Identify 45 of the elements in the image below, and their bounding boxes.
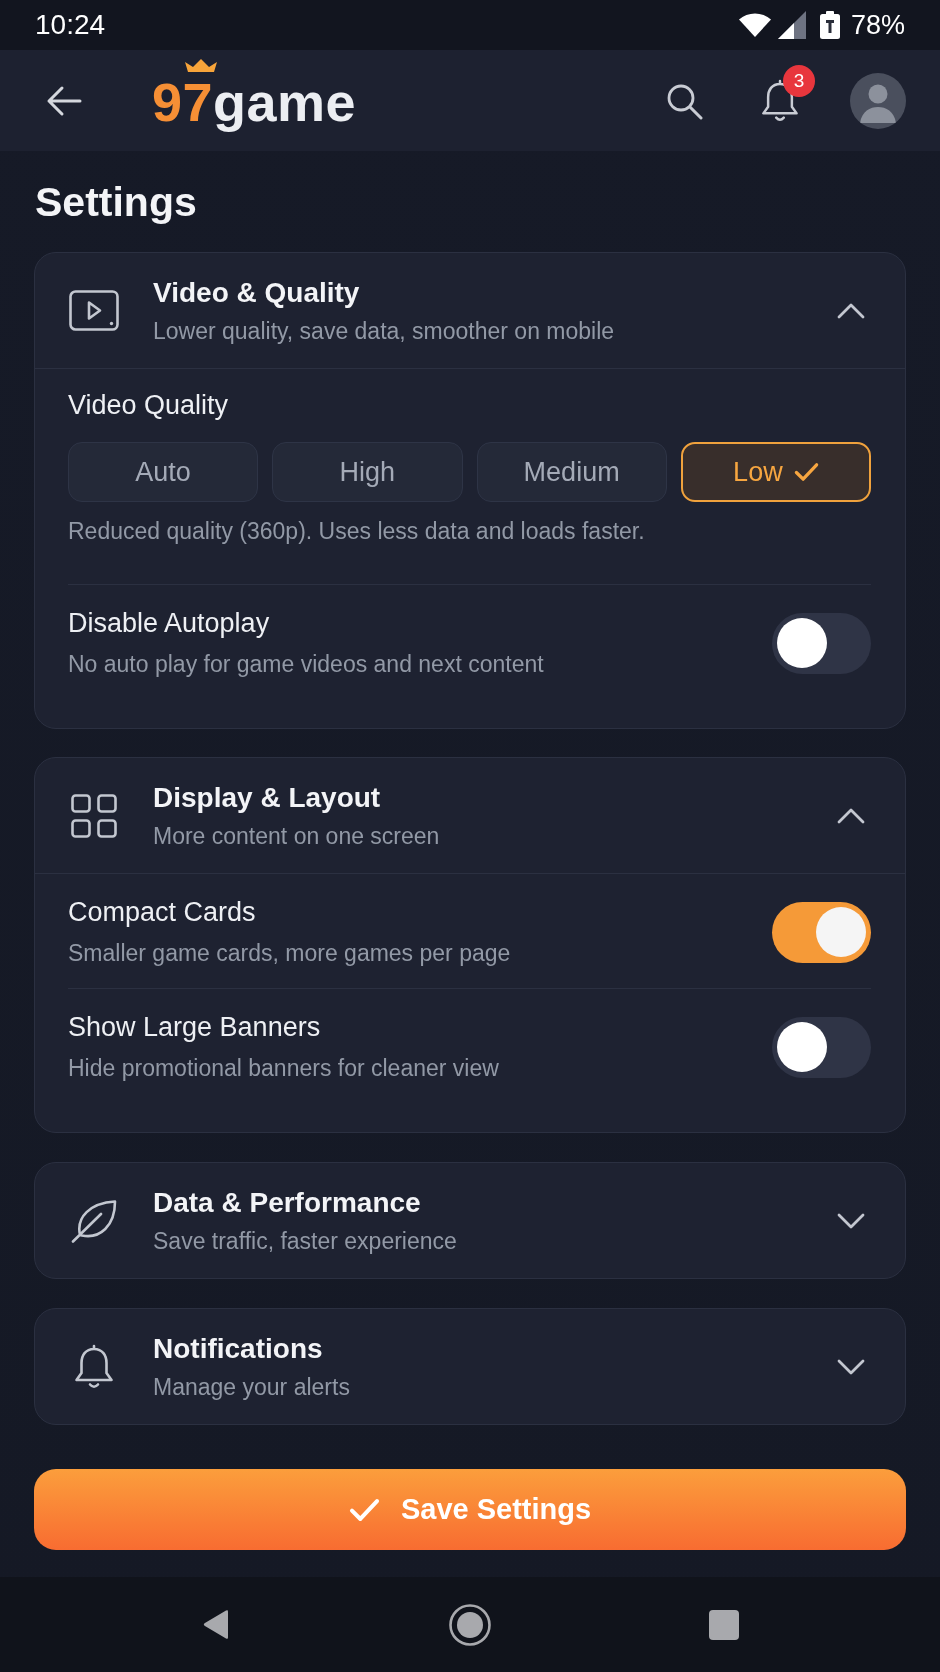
crown-icon [184, 57, 218, 72]
quality-option[interactable]: Auto [68, 442, 259, 502]
leaf-icon [71, 1198, 117, 1243]
quality-option[interactable]: Medium [476, 442, 667, 502]
chevron-down-icon[interactable] [837, 1358, 865, 1375]
quality-option[interactable]: Low [680, 442, 871, 502]
section-title: Data & Performance [153, 1185, 421, 1220]
recents-icon[interactable] [709, 1609, 739, 1640]
chevron-up-icon[interactable] [837, 302, 865, 319]
back-arrow-icon [46, 84, 82, 117]
signal-icon [777, 11, 806, 39]
setting-label: Compact Cards [68, 897, 256, 927]
chevron-down-icon[interactable] [837, 1212, 865, 1229]
chevron-up-icon[interactable] [837, 807, 865, 824]
section-subtitle: Lower quality, save data, smoother on mobile [153, 316, 615, 346]
back-button[interactable] [46, 84, 82, 117]
grid-icon [71, 793, 117, 838]
bell-icon [74, 1343, 114, 1390]
setting-label: Disable Autoplay [68, 608, 270, 638]
section-subtitle: Manage your alerts [153, 1372, 350, 1402]
quality-note: Reduced quality (360p). Uses less data and loads faster. [68, 517, 645, 545]
battery-percent: 78% [850, 9, 905, 41]
home-icon[interactable] [449, 1603, 491, 1646]
check-icon [348, 1497, 380, 1522]
section-title: Display & Layout [153, 780, 381, 815]
quality-option[interactable]: High [272, 442, 463, 502]
page-title: Settings [35, 180, 197, 224]
section-subtitle: More content on one screen [153, 821, 440, 851]
section-title: Notifications [153, 1331, 323, 1366]
wifi-icon [737, 12, 772, 38]
status-time: 10:24 [35, 9, 106, 41]
section-subtitle: Save traffic, faster experience [153, 1226, 457, 1256]
toggle-switch[interactable] [772, 901, 871, 963]
setting-label: Video Quality [68, 390, 229, 420]
battery-icon [819, 11, 840, 39]
setting-label: Show Large Banners [68, 1012, 321, 1042]
setting-description: Smaller game cards, more games per page [68, 939, 511, 967]
section-title: Video & Quality [153, 275, 360, 310]
check-icon [793, 462, 819, 482]
back-icon[interactable] [202, 1609, 230, 1640]
app-logo: 97game [152, 71, 357, 132]
video-play-icon [69, 290, 119, 331]
setting-description: No auto play for game videos and next content [68, 650, 544, 678]
setting-description: Hide promotional banners for cleaner view [68, 1054, 499, 1082]
notification-badge: 3 [783, 64, 815, 97]
